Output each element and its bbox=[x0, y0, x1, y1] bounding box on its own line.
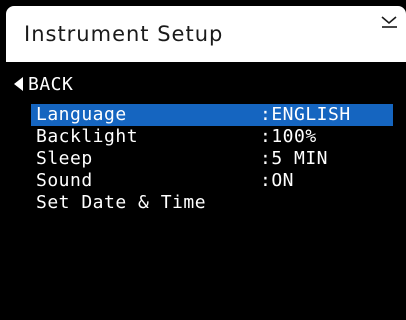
menu-item-label: Sound bbox=[36, 170, 93, 191]
menu-item-value: :ENGLISH bbox=[260, 104, 351, 125]
menu-item-value: :5 MIN bbox=[260, 148, 329, 169]
menu-item-language[interactable]: Language :ENGLISH bbox=[31, 104, 393, 126]
menu-item-sound[interactable]: Sound :ON bbox=[31, 170, 393, 192]
page-title: Instrument Setup bbox=[24, 22, 224, 46]
back-label: BACK bbox=[28, 73, 74, 95]
menu-item-label: Backlight bbox=[36, 126, 139, 147]
menu-item-set-date-time[interactable]: Set Date & Time bbox=[31, 192, 393, 214]
menu-item-value: :100% bbox=[260, 126, 317, 147]
menu-item-label: Set Date & Time bbox=[36, 192, 207, 213]
left-triangle-icon bbox=[14, 77, 23, 91]
menu-item-value: :ON bbox=[260, 170, 295, 191]
menu-item-backlight[interactable]: Backlight :100% bbox=[31, 126, 393, 148]
menu-item-sleep[interactable]: Sleep :5 MIN bbox=[31, 148, 393, 170]
title-bar: Instrument Setup bbox=[6, 6, 406, 62]
minimize-icon[interactable] bbox=[380, 14, 400, 28]
menu-item-label: Language bbox=[36, 104, 127, 125]
settings-menu: Language :ENGLISH Backlight :100% Sleep … bbox=[31, 104, 393, 214]
back-button[interactable]: BACK bbox=[14, 72, 73, 96]
menu-item-label: Sleep bbox=[36, 148, 93, 169]
instrument-screen: Instrument Setup BACK Language :ENGLISH … bbox=[0, 0, 406, 320]
